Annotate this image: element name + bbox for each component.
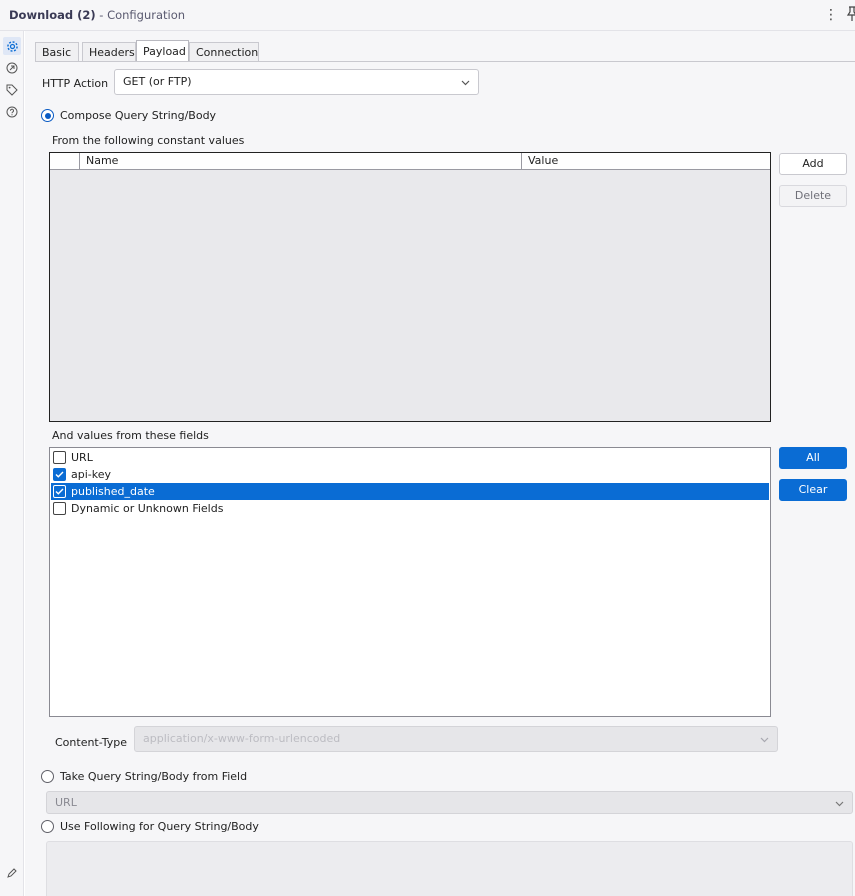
tab-divider — [35, 61, 855, 62]
check-icon — [55, 471, 64, 478]
list-item[interactable]: Dynamic or Unknown Fields — [51, 500, 769, 517]
http-action-select[interactable]: GET (or FTP) — [114, 69, 479, 95]
tag-icon[interactable] — [3, 81, 21, 99]
edit-icon[interactable] — [3, 864, 21, 882]
field-name: published_date — [71, 485, 155, 498]
grid-header: Name Value — [50, 153, 770, 170]
more-options-icon[interactable]: ⋮ — [824, 6, 838, 24]
field-name: Dynamic or Unknown Fields — [71, 502, 224, 515]
chevron-down-icon — [835, 801, 844, 807]
http-action-label: HTTP Action — [42, 77, 109, 90]
column-name[interactable]: Name — [79, 153, 521, 169]
check-icon — [55, 488, 64, 495]
chevron-down-icon — [461, 80, 470, 86]
content-type-label: Content-Type — [55, 736, 127, 749]
http-action-value: GET (or FTP) — [123, 75, 192, 88]
left-rail — [0, 31, 24, 896]
configuration-panel: Basic Headers Payload Connection HTTP Ac… — [25, 31, 855, 896]
tab-payload[interactable]: Payload — [136, 40, 189, 62]
compose-radio[interactable] — [41, 109, 54, 122]
list-item[interactable]: URL — [51, 449, 769, 466]
tab-basic[interactable]: Basic — [35, 42, 79, 62]
constants-label: From the following constant values — [52, 134, 245, 147]
take-from-field-label: Take Query String/Body from Field — [60, 770, 248, 783]
fields-label: And values from these fields — [52, 429, 209, 442]
list-item[interactable]: api-key — [51, 466, 769, 483]
clear-button[interactable]: Clear — [779, 479, 847, 501]
help-icon[interactable] — [3, 103, 21, 121]
content-type-value: application/x-www-form-urlencoded — [143, 732, 341, 745]
pin-icon[interactable] — [846, 6, 855, 24]
take-from-field-radio[interactable] — [41, 770, 54, 783]
all-button[interactable]: All — [779, 447, 847, 469]
title-bar: Download (2) - Configuration ⋮ — [0, 0, 855, 31]
content-type-select: application/x-www-form-urlencoded — [134, 726, 778, 752]
list-item[interactable]: published_date — [51, 483, 769, 500]
add-button[interactable]: Add — [779, 153, 847, 175]
take-from-field-value: URL — [55, 796, 77, 809]
use-following-label: Use Following for Query String/Body — [60, 820, 259, 833]
fields-list[interactable]: URL api-key published_date Dynamic or Un… — [49, 447, 771, 717]
field-checkbox[interactable] — [53, 502, 66, 515]
compose-label: Compose Query String/Body — [60, 109, 217, 122]
use-following-radio[interactable] — [41, 820, 54, 833]
constants-grid[interactable]: Name Value — [49, 152, 771, 422]
field-checkbox[interactable] — [53, 468, 66, 481]
delete-button[interactable]: Delete — [779, 185, 847, 207]
column-value[interactable]: Value — [521, 153, 770, 169]
chevron-down-icon — [760, 737, 769, 743]
arrow-circle-icon[interactable] — [3, 59, 21, 77]
window-subtitle: - Configuration — [95, 8, 186, 22]
gear-icon[interactable] — [3, 37, 21, 55]
field-name: api-key — [71, 468, 112, 481]
field-checkbox[interactable] — [53, 451, 66, 464]
take-from-field-select: URL — [46, 791, 853, 814]
window-title: Download (2) - Configuration — [9, 8, 186, 22]
field-name: URL — [71, 451, 93, 464]
field-checkbox[interactable] — [53, 485, 66, 498]
tab-connection[interactable]: Connection — [189, 42, 259, 62]
tab-headers[interactable]: Headers — [82, 42, 136, 62]
query-body-textarea — [46, 841, 853, 896]
